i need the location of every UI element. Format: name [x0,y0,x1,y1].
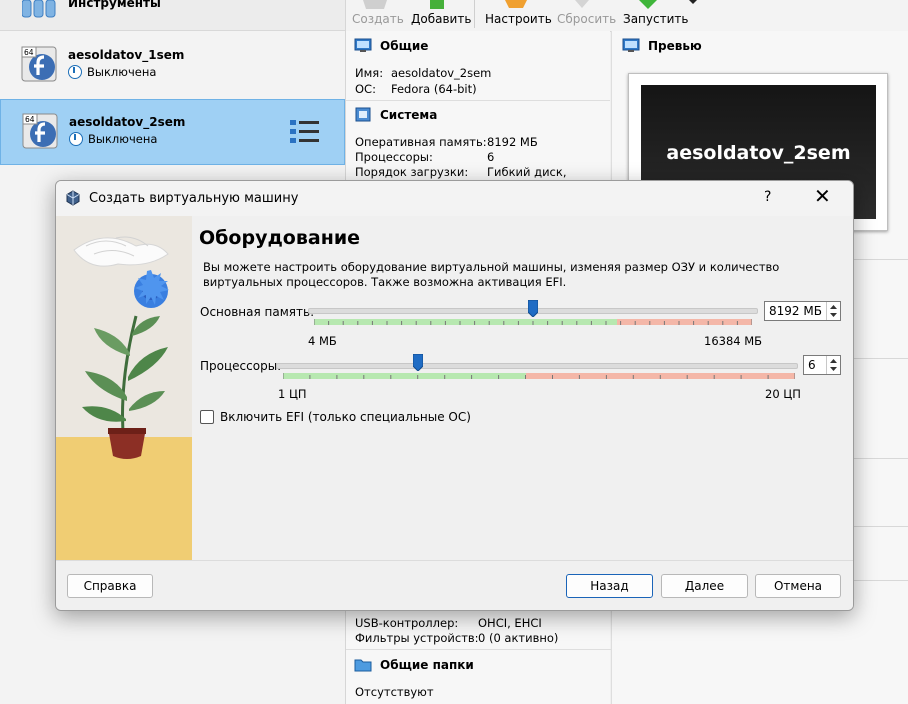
folder-icon [354,659,372,672]
os-key: ОС: [355,82,376,96]
cpu-value: 6 [487,150,495,164]
page-description: Вы можете настроить оборудование виртуал… [203,260,780,289]
memory-spinbox[interactable]: 8192 МБ [764,301,841,321]
cpu-slider[interactable] [276,363,798,369]
cpu-max-label: 20 ЦП [765,387,801,401]
create-vm-dialog: Создать виртуальную машину ? ✕ Оборудова… [55,180,854,611]
settings-button[interactable]: Настроить [485,12,552,26]
usb-filters-key: Фильтры устройств: [355,631,479,645]
vm-menu-icon[interactable] [290,118,320,146]
fedora-icon: 64 [22,113,58,149]
monitor-icon [622,38,640,52]
start-button[interactable]: Запустить [623,12,688,26]
system-title: Система [380,107,438,122]
monitor-icon [354,38,372,52]
back-button[interactable]: Назад [566,574,653,598]
usb-controller-value: OHCI, EHCI [478,616,542,630]
next-button[interactable]: Далее [661,574,748,598]
cpu-spinbox[interactable]: 6 [803,355,841,375]
memory-min-label: 4 МБ [308,334,337,348]
vm-state-label: Выключена [88,132,158,146]
preview-title: Превью [648,38,702,53]
plant-illustration [73,236,169,459]
efi-label[interactable]: Включить EFI (только специальные ОС) [220,410,471,424]
ram-value: 8192 МБ [487,135,538,149]
vm-state-label: Выключена [87,65,157,79]
tools-label: Инструменты [68,0,161,10]
power-off-icon [68,65,82,79]
tools-icon [22,0,56,18]
dialog-titlebar[interactable]: Создать виртуальную машину ? ✕ [56,181,853,216]
boot-key: Порядок загрузки: [355,165,469,179]
vm-name: aesoldatov_2sem [69,115,186,129]
usb-filters-value: 0 (0 активно) [478,631,559,645]
memory-value: 8192 МБ [769,304,822,318]
memory-max-label: 16384 МБ [704,334,763,348]
name-value: aesoldatov_2sem [391,66,492,80]
cancel-button[interactable]: Отмена [755,574,841,598]
shared-folders-header[interactable]: Общие папки [354,657,474,672]
shared-folders-value: Отсутствуют [355,685,434,699]
cpu-spin-arrows-icon[interactable] [826,356,840,374]
tools-header[interactable]: Инструменты [0,0,345,31]
chip-icon [355,107,371,122]
main-toolbar: Создать Добавить Настроить Сбросить Запу… [346,0,908,32]
settings-gear-icon [505,0,527,8]
memory-ticks [314,319,752,325]
vm-state: Выключена [69,132,157,146]
cpu-value: 6 [808,358,816,372]
create-icon [363,0,387,9]
svg-text:64: 64 [24,48,34,57]
add-icon [430,0,444,9]
fedora-icon: 64 [21,46,57,82]
add-button[interactable]: Добавить [411,12,471,26]
vm-item-1[interactable]: 64 aesoldatov_1sem Выключена [0,32,345,98]
ram-key: Оперативная память: [355,135,487,149]
name-key: Имя: [355,66,384,80]
cpu-label: Процессоры: [200,359,282,373]
general-title: Общие [380,38,429,53]
cpu-ticks [283,373,795,379]
page-title: Оборудование [199,227,361,249]
memory-label: Основная память: [200,305,315,319]
toolbar-divider [474,0,475,28]
dialog-button-bar: Справка Назад Далее Отмена [56,560,853,610]
shared-folders-title: Общие папки [380,657,474,672]
memory-spin-arrows-icon[interactable] [826,302,840,320]
memory-slider-thumb[interactable] [528,300,538,317]
vm-state: Выключена [68,65,156,79]
wizard-illustration [56,216,192,560]
discard-button[interactable]: Сбросить [557,12,616,26]
general-section-header[interactable]: Общие [354,38,428,53]
efi-checkbox[interactable] [200,410,214,424]
help-button[interactable]: Справка [67,574,153,598]
preview-vm-name: aesoldatov_2sem [666,142,851,164]
cpu-min-label: 1 ЦП [278,387,307,401]
section-divider [346,100,610,101]
usb-controller-key: USB-контроллер: [355,616,459,630]
dialog-title: Создать виртуальную машину [89,191,299,206]
preview-header[interactable]: Превью [622,38,702,53]
power-off-icon [69,132,83,146]
virtualbox-icon [66,190,80,206]
discard-icon [575,0,589,8]
vm-name: aesoldatov_1sem [68,48,185,62]
svg-text:64: 64 [25,115,35,124]
close-icon[interactable]: ✕ [814,186,831,206]
boot-value: Гибкий диск, [487,165,567,179]
start-arrow-icon [639,0,657,9]
start-dropdown-icon[interactable] [689,0,697,5]
cpu-key: Процессоры: [355,150,433,164]
help-icon[interactable]: ? [764,189,771,205]
cpu-slider-thumb[interactable] [412,354,423,371]
os-value: Fedora (64-bit) [391,82,477,96]
create-button[interactable]: Создать [352,12,404,26]
system-section-header[interactable]: Система [354,107,437,122]
